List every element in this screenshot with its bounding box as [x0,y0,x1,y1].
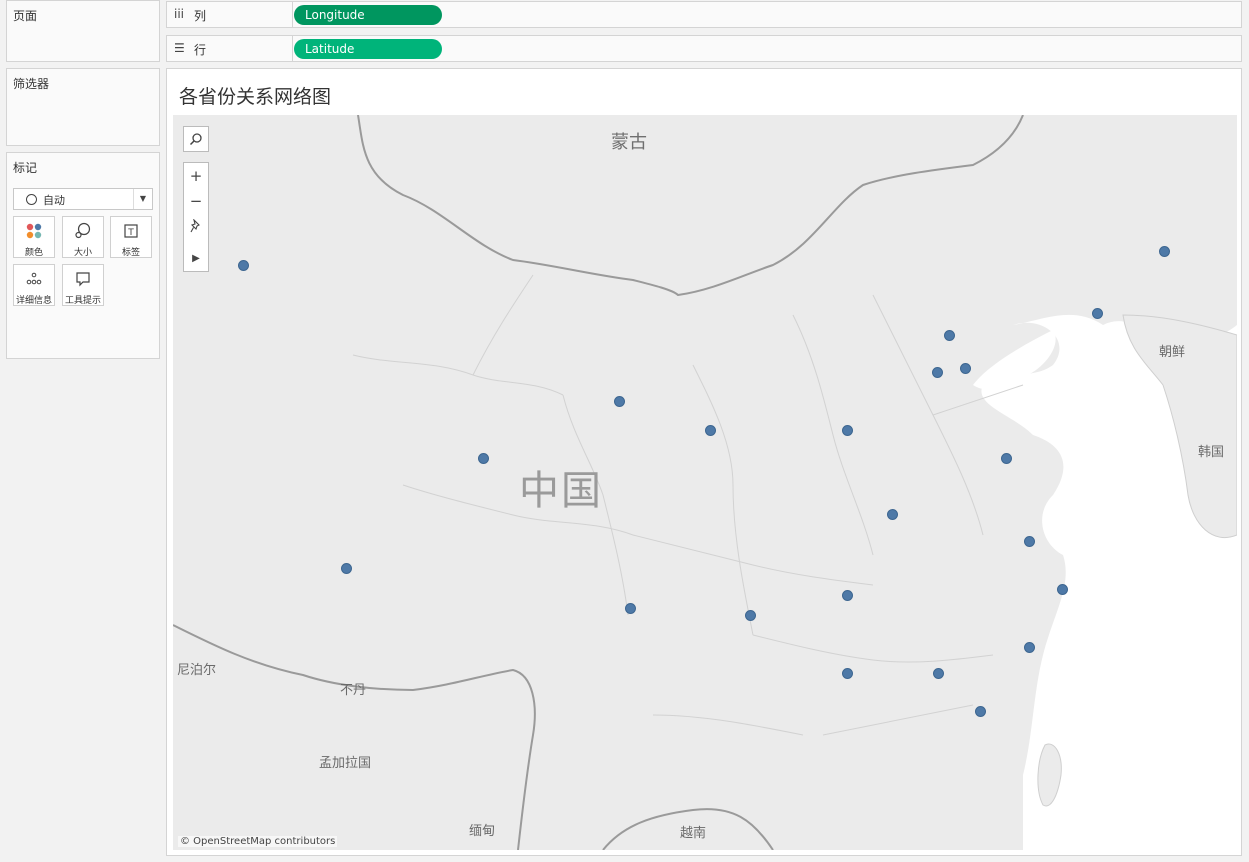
rows-shelf[interactable]: ☰ 行 Latitude [166,35,1242,62]
longitude-pill[interactable]: Longitude [294,5,442,25]
rows-label-text: 行 [194,43,207,57]
chevron-down-icon[interactable]: ▼ [133,189,152,209]
expand-arrow-icon[interactable]: ▶ [184,246,208,270]
pages-panel: 页面 [6,0,160,62]
data-point[interactable] [841,424,853,436]
tooltip-label: 工具提示 [64,296,101,306]
size-icon [63,222,103,240]
mark-type-dropdown[interactable]: 自动 ▼ [13,188,153,210]
detail-button[interactable]: 详细信息 [13,264,55,306]
map-toolbar: + − ▶ [183,162,209,272]
mongolia-border [357,115,1024,297]
data-point[interactable] [886,508,898,520]
label-mongolia: 蒙古 [611,132,647,153]
label-button[interactable]: T 标签 [110,216,152,258]
data-point[interactable] [477,452,489,464]
view-title: 各省份关系网络图 [179,86,332,108]
filters-panel[interactable]: 筛选器 [6,68,160,146]
data-point[interactable] [624,602,636,614]
data-point[interactable] [1056,583,1068,595]
circle-icon [26,194,37,205]
data-point[interactable] [841,667,853,679]
filters-panel-title: 筛选器 [13,77,50,91]
zoom-in-icon[interactable]: + [184,164,208,188]
data-point[interactable] [340,562,352,574]
tooltip-icon [63,270,103,288]
detail-icon [14,270,54,288]
marks-panel-title: 标记 [13,161,38,175]
label-icon: T [111,222,151,240]
data-point[interactable] [943,329,955,341]
size-button[interactable]: 大小 [62,216,104,258]
label-myanmar: 缅甸 [469,824,496,839]
columns-shelf[interactable]: iii 列 Longitude [166,1,1242,28]
worksheet-view: 各省份关系网络图 蒙古 中国 朝鲜 韩国 尼泊尔 不丹 孟加拉国 缅甸 越南 +… [166,68,1242,856]
label-nepal: 尼泊尔 [177,663,217,678]
label-vietnam: 越南 [680,826,707,841]
columns-shelf-label: iii 列 [167,2,293,27]
columns-label-text: 列 [194,9,207,23]
color-label: 颜色 [24,248,43,258]
south-border [173,624,536,850]
map-attribution: © OpenStreetMap contributors [178,836,338,847]
label-south-korea: 韩国 [1198,445,1225,460]
data-point[interactable] [932,667,944,679]
label-china: 中国 [519,468,603,514]
data-point[interactable] [1000,452,1012,464]
data-point[interactable] [959,362,971,374]
data-point[interactable] [931,366,943,378]
color-icon [14,222,54,240]
map-search-button[interactable] [183,126,209,152]
rows-icon: ☰ [174,41,185,55]
label-bangladesh: 孟加拉国 [319,756,372,771]
data-point[interactable] [237,259,249,271]
detail-label: 详细信息 [15,296,52,306]
data-point[interactable] [841,589,853,601]
label-bhutan: 不丹 [340,683,367,698]
latitude-pill[interactable]: Latitude [294,39,442,59]
data-point[interactable] [1023,535,1035,547]
pin-icon[interactable] [184,214,208,238]
color-button[interactable]: 颜色 [13,216,55,258]
columns-icon: iii [174,7,185,21]
data-point[interactable] [974,705,986,717]
data-point[interactable] [1023,641,1035,653]
label-label: 标签 [121,248,140,258]
basemap [173,115,1237,850]
search-icon [189,133,202,146]
data-point[interactable] [744,609,756,621]
data-point[interactable] [704,424,716,436]
tooltip-button[interactable]: 工具提示 [62,264,104,306]
size-label: 大小 [73,248,92,258]
data-point[interactable] [1091,307,1103,319]
map[interactable]: 蒙古 中国 朝鲜 韩国 尼泊尔 不丹 孟加拉国 缅甸 越南 + − ▶ © Op… [173,115,1237,850]
data-point[interactable] [1158,245,1170,257]
mark-type-value: 自动 [43,194,65,207]
label-north-korea: 朝鲜 [1159,345,1186,360]
rows-shelf-label: ☰ 行 [167,36,293,61]
data-point[interactable] [613,395,625,407]
svg-text:T: T [127,228,134,238]
zoom-out-icon[interactable]: − [184,189,208,213]
pages-panel-title: 页面 [13,9,38,23]
